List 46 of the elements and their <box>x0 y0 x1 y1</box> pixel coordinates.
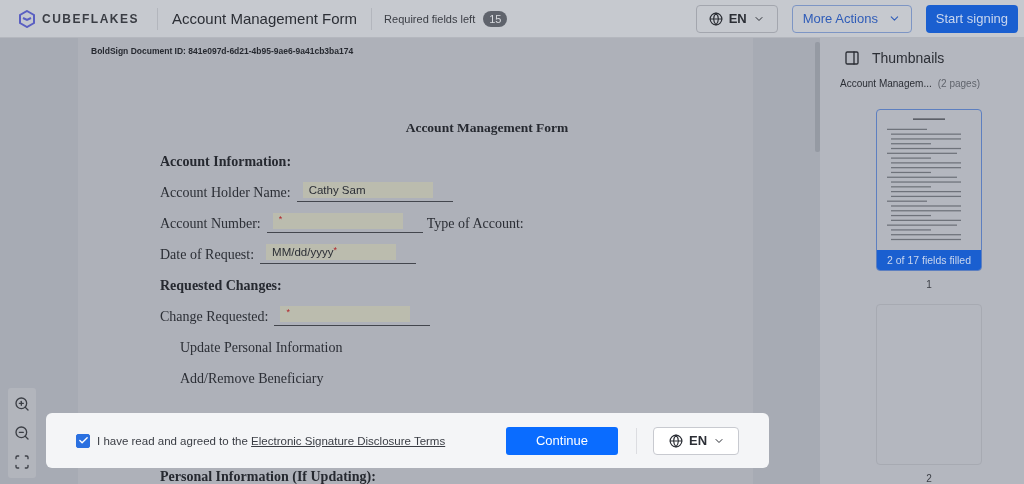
scrollbar-thumb[interactable] <box>815 42 820 152</box>
language-dropdown[interactable]: EN <box>653 426 739 455</box>
required-count-badge: 15 <box>483 10 508 27</box>
agree-checkbox[interactable] <box>76 433 90 448</box>
page-count: (2 pages) <box>937 78 980 89</box>
language-dropdown[interactable]: EN <box>695 4 778 33</box>
form-input-field[interactable]: MM/dd/yyyy* <box>266 244 397 260</box>
disclosure-terms-link[interactable]: Electronic Signature Disclosure Terms <box>251 434 446 447</box>
form-input-field[interactable]: Cathy Sam <box>302 182 433 198</box>
document-id: BoldSign Document ID: 841e097d-6d21-4b95-9ae6-9a41cb3ba174 <box>91 46 355 56</box>
option-text: Update Personal Information <box>180 339 343 356</box>
section-heading: Account Information: <box>160 154 292 169</box>
form-input-field[interactable]: * <box>272 213 403 229</box>
required-mark: * <box>286 307 290 317</box>
section-heading: Requested Changes: <box>160 278 282 293</box>
form-input-field[interactable]: * <box>280 306 411 322</box>
thumbnails-title: Thumbnails <box>872 50 945 66</box>
start-signing-button[interactable]: Start signing <box>925 4 1018 33</box>
fit-screen-icon[interactable] <box>14 454 30 470</box>
fields-filled-status: 2 of 17 fields filled <box>877 249 981 270</box>
globe-icon <box>708 11 723 26</box>
page-thumbnail[interactable]: 2 of 17 fields filled <box>876 109 982 271</box>
form-title: Account Management Form <box>404 120 570 136</box>
consent-text: I have read and agreed to the Electronic Signature Disclosure Terms <box>97 434 446 447</box>
document-title: Account Management Form <box>158 7 373 30</box>
document-name: Account Managem... <box>840 78 932 89</box>
required-mark: * <box>278 214 283 224</box>
field-label: Change Requested: <box>160 308 269 325</box>
option-text: Add/Remove Beneficiary <box>180 370 324 387</box>
field-label: Account Holder Name: <box>160 184 291 201</box>
page-number: 2 <box>925 473 933 484</box>
zoom-in-icon[interactable] <box>14 396 30 412</box>
continue-button[interactable]: Continue <box>506 426 618 455</box>
zoom-out-icon[interactable] <box>14 425 30 441</box>
field-label: Date of Request: <box>160 246 255 263</box>
logo-text: CUBEFLAKES <box>42 11 139 26</box>
field-label: Account Number: <box>160 215 261 232</box>
required-fields-label: Required fields left <box>384 12 476 25</box>
page-number: 1 <box>925 278 933 290</box>
section-heading: Personal Information (If Updating): <box>160 469 376 484</box>
logo-icon <box>18 9 36 28</box>
panel-icon[interactable] <box>844 50 860 66</box>
required-mark: * <box>333 245 337 255</box>
globe-icon <box>668 433 683 448</box>
field-label: Type of Account: <box>426 215 524 232</box>
more-actions-button[interactable]: More Actions <box>791 4 912 33</box>
